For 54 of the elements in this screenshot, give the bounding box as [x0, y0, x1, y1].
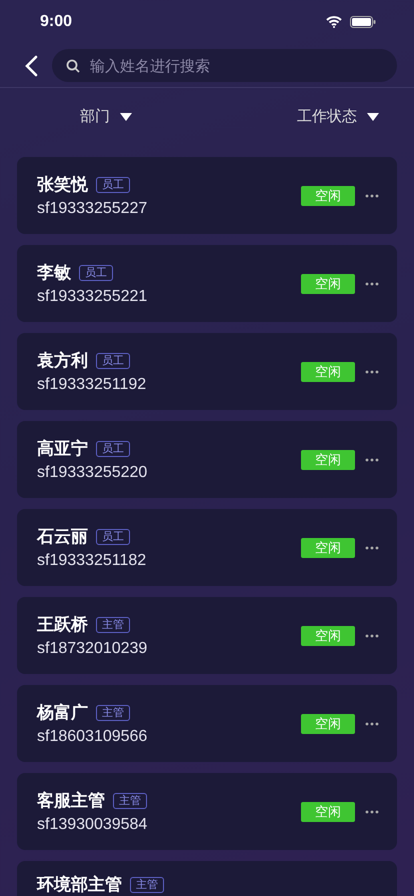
staff-card[interactable]: 袁方利 员工 sf19333251192 空闲	[17, 333, 397, 410]
caret-icon	[120, 112, 132, 120]
role-tag: 主管	[96, 616, 130, 632]
staff-id: sf19333255220	[37, 464, 148, 482]
role-tag: 员工	[96, 440, 130, 456]
more-icon[interactable]	[365, 370, 379, 374]
staff-id: sf18603109566	[37, 728, 148, 746]
staff-id: sf19333255221	[37, 288, 148, 306]
staff-id: sf19333251182	[37, 552, 148, 570]
staff-name: 李敏	[37, 262, 71, 284]
staff-id: sf18732010239	[37, 640, 148, 658]
staff-name: 石云丽	[37, 526, 88, 548]
staff-card[interactable]: 客服主管 主管 sf13930039584 空闲	[17, 773, 397, 850]
staff-name: 王跃桥	[37, 614, 88, 636]
role-tag: 主管	[130, 876, 164, 892]
filter-dropdown[interactable]: 工作状态	[262, 107, 414, 126]
staff-name: 杨富广	[37, 702, 88, 724]
staff-name: 高亚宁	[37, 438, 88, 460]
role-tag: 员工	[96, 352, 130, 368]
search-input[interactable]: 输入姓名进行搜索	[88, 56, 383, 76]
staff-name: 袁方利	[37, 350, 88, 372]
staff-card[interactable]: 王跃桥 主管 sf18732010239 空闲	[17, 597, 397, 674]
search-field[interactable]: 输入姓名进行搜索	[52, 49, 397, 82]
wifi-icon	[326, 16, 342, 28]
battery-icon	[350, 16, 376, 28]
filter-dropdown[interactable]: 部门	[30, 107, 182, 126]
more-icon[interactable]	[365, 458, 379, 462]
back-icon[interactable]	[24, 54, 38, 76]
search-icon	[66, 58, 80, 72]
more-icon[interactable]	[365, 194, 379, 198]
role-tag: 员工	[96, 176, 130, 192]
more-icon[interactable]	[365, 546, 379, 550]
staff-id: sf19333255227	[37, 200, 148, 218]
staff-card[interactable]: 环境部主管 主管	[17, 861, 397, 896]
status-time: 9:00	[40, 13, 72, 31]
staff-name: 张笑悦	[37, 174, 88, 196]
staff-id: sf13930039584	[37, 816, 148, 834]
caret-icon	[367, 112, 379, 120]
staff-name: 客服主管	[37, 790, 105, 812]
more-icon[interactable]	[365, 722, 379, 726]
staff-card[interactable]: 杨富广 主管 sf18603109566 空闲	[17, 685, 397, 762]
more-icon[interactable]	[365, 810, 379, 814]
staff-name: 环境部主管	[37, 874, 122, 896]
role-tag: 主管	[113, 792, 147, 808]
more-icon[interactable]	[365, 634, 379, 638]
more-icon[interactable]	[365, 282, 379, 286]
role-tag: 员工	[79, 264, 113, 280]
role-tag: 主管	[96, 704, 130, 720]
staff-card[interactable]: 高亚宁 员工 sf19333255220 空闲	[17, 421, 397, 498]
staff-id: sf19333251192	[37, 376, 148, 394]
role-tag: 员工	[96, 528, 130, 544]
staff-card[interactable]: 张笑悦 员工 sf19333255227 空闲	[17, 157, 397, 234]
staff-card[interactable]: 石云丽 员工 sf19333251182 空闲	[17, 509, 397, 586]
staff-card[interactable]: 李敏 员工 sf19333255221 空闲	[17, 245, 397, 322]
